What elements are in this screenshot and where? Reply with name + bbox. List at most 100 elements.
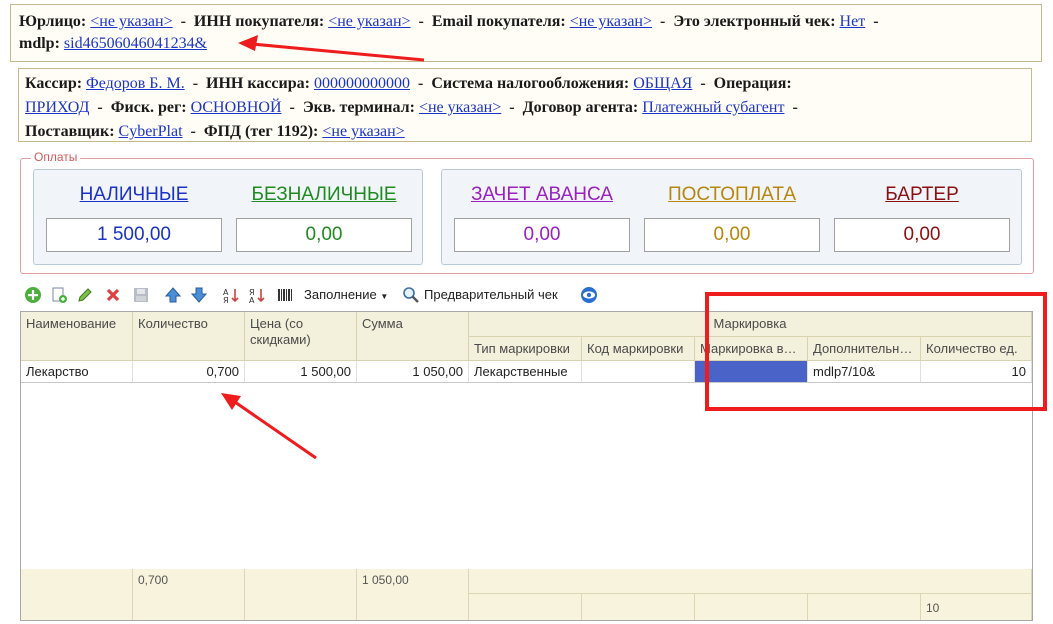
legal-entity-label: Юрлицо:: [19, 13, 87, 30]
cashier-inn-link[interactable]: 000000000000: [314, 75, 410, 92]
separator: -: [792, 99, 798, 116]
footer-name: [21, 569, 133, 620]
legal-entity-link[interactable]: <не указан>: [90, 13, 172, 30]
footer-price: [245, 569, 357, 620]
svg-text:А: А: [249, 296, 255, 304]
cell-mark-type[interactable]: Лекарственные: [469, 361, 582, 383]
move-up-icon[interactable]: [164, 286, 182, 304]
footer-sum-total: 1 050,00: [357, 569, 469, 620]
buyer-inn-link[interactable]: <не указан>: [328, 13, 410, 30]
dropdown-arrow-icon: ▼: [380, 292, 389, 301]
delete-icon[interactable]: [104, 286, 122, 304]
payments-group: Оплаты НАЛИЧНЫЕ 1 500,00 БЕЗНАЛИЧНЫЕ 0,0…: [20, 150, 1034, 274]
highlight-box: [705, 292, 1047, 411]
separator: -: [700, 75, 706, 92]
mdlp-link[interactable]: sid46506046041234&: [64, 35, 207, 52]
column-header-mark-type[interactable]: Тип маркировки: [469, 337, 582, 361]
buyer-email-label: Email покупателя:: [431, 13, 566, 30]
column-header-price[interactable]: Цена (со скидками): [245, 312, 357, 361]
move-down-icon[interactable]: [190, 286, 208, 304]
cashier-inn-label: ИНН кассира:: [206, 75, 310, 92]
separator: -: [418, 13, 424, 30]
payment-barter: БАРТЕР 0,00: [834, 170, 1010, 266]
magnifier-icon[interactable]: [402, 286, 420, 304]
payments-legend: Оплаты: [31, 150, 81, 164]
fiscal-reg-link[interactable]: ОСНОВНОЙ: [191, 99, 282, 116]
edit-icon[interactable]: [76, 286, 94, 304]
table-toolbar: АЯ ЯА Заполнение ▼ Предварительный чек: [22, 284, 722, 306]
footer-marking-group: [469, 569, 1032, 594]
column-header-name[interactable]: Наименование: [21, 312, 133, 361]
sort-desc-icon[interactable]: ЯА: [248, 286, 266, 304]
barcode-icon[interactable]: [276, 286, 294, 304]
payment-barter-value[interactable]: 0,00: [834, 218, 1010, 252]
cell-mark-code[interactable]: [582, 361, 695, 383]
cell-quantity[interactable]: 0,700: [133, 361, 245, 383]
separator: -: [190, 123, 196, 140]
payment-cashless: БЕЗНАЛИЧНЫЕ 0,00: [236, 170, 412, 266]
column-header-quantity[interactable]: Количество: [133, 312, 245, 361]
payment-cash: НАЛИЧНЫЕ 1 500,00: [46, 170, 222, 266]
save-icon[interactable]: [132, 286, 150, 304]
add-icon[interactable]: [24, 286, 42, 304]
payment-advance: ЗАЧЕТ АВАНСА 0,00: [454, 170, 630, 266]
payment-postpay: ПОСТОПЛАТА 0,00: [644, 170, 820, 266]
electronic-receipt-label: Это электронный чек:: [673, 13, 836, 30]
payment-cashless-title[interactable]: БЕЗНАЛИЧНЫЕ: [236, 184, 412, 206]
fpd-label: ФПД (тег 1192):: [203, 123, 319, 140]
column-header-mark-code[interactable]: Код маркировки: [582, 337, 695, 361]
payment-barter-title[interactable]: БАРТЕР: [834, 184, 1010, 206]
agent-contract-label: Договор агента:: [522, 99, 639, 116]
cashier-label: Кассир:: [25, 75, 83, 92]
receipt-cashier-header: Кассир: Федоров Б. М. - ИНН кассира: 000…: [18, 68, 1032, 142]
sort-asc-icon[interactable]: АЯ: [222, 286, 240, 304]
cell-price[interactable]: 1 500,00: [245, 361, 357, 383]
copy-icon[interactable]: [50, 286, 68, 304]
fpd-link[interactable]: <не указан>: [322, 123, 404, 140]
svg-text:Я: Я: [223, 296, 229, 304]
cashier-link[interactable]: Федоров Б. М.: [86, 75, 185, 92]
separator: -: [97, 99, 103, 116]
supplier-label: Поставщик:: [25, 123, 115, 140]
separator: -: [509, 99, 515, 116]
separator: -: [192, 75, 199, 92]
payment-advance-value[interactable]: 0,00: [454, 218, 630, 252]
separator: -: [289, 99, 295, 116]
separator: -: [873, 13, 879, 30]
operation-label: Операция:: [713, 75, 792, 92]
cell-name[interactable]: Лекарство: [21, 361, 133, 383]
eye-icon[interactable]: [580, 286, 598, 304]
fiscal-reg-label: Фиск. рег:: [110, 99, 187, 116]
terminal-link[interactable]: <не указан>: [419, 99, 501, 116]
operation-link[interactable]: ПРИХОД: [25, 99, 89, 116]
buyer-email-link[interactable]: <не указан>: [570, 13, 652, 30]
footer-qty-units-total: 10: [921, 594, 1032, 620]
fill-menu-button[interactable]: Заполнение ▼: [304, 287, 388, 302]
electronic-receipt-link[interactable]: Нет: [840, 13, 866, 30]
terminal-label: Экв. терминал:: [302, 99, 415, 116]
payment-cash-value[interactable]: 1 500,00: [46, 218, 222, 252]
preview-receipt-button[interactable]: Предварительный чек: [424, 287, 558, 302]
column-header-sum[interactable]: Сумма: [357, 312, 469, 361]
footer-mark-code: [582, 594, 695, 620]
separator: -: [180, 13, 186, 30]
footer-mark-type: [469, 594, 582, 620]
payment-postpay-value[interactable]: 0,00: [644, 218, 820, 252]
supplier-link[interactable]: CyberPlat: [119, 123, 183, 140]
mdlp-label: mdlp:: [19, 35, 60, 52]
fill-menu-label: Заполнение: [304, 287, 377, 302]
payment-cash-title[interactable]: НАЛИЧНЫЕ: [46, 184, 222, 206]
payment-cashless-value[interactable]: 0,00: [236, 218, 412, 252]
cell-sum[interactable]: 1 050,00: [357, 361, 469, 383]
tax-system-label: Система налогообложения:: [431, 75, 630, 92]
payment-advance-title[interactable]: ЗАЧЕТ АВАНСА: [454, 184, 630, 206]
payment-postpay-title[interactable]: ПОСТОПЛАТА: [644, 184, 820, 206]
tax-system-link[interactable]: ОБЩАЯ: [633, 75, 692, 92]
footer-additional: [808, 594, 921, 620]
buyer-inn-label: ИНН покупателя:: [193, 13, 325, 30]
footer-quantity-total: 0,700: [133, 569, 245, 620]
footer-mark-entered: [695, 594, 808, 620]
payments-box-other: ЗАЧЕТ АВАНСА 0,00 ПОСТОПЛАТА 0,00 БАРТЕР…: [441, 169, 1022, 265]
agent-contract-link[interactable]: Платежный субагент: [642, 99, 784, 116]
separator: -: [417, 75, 424, 92]
